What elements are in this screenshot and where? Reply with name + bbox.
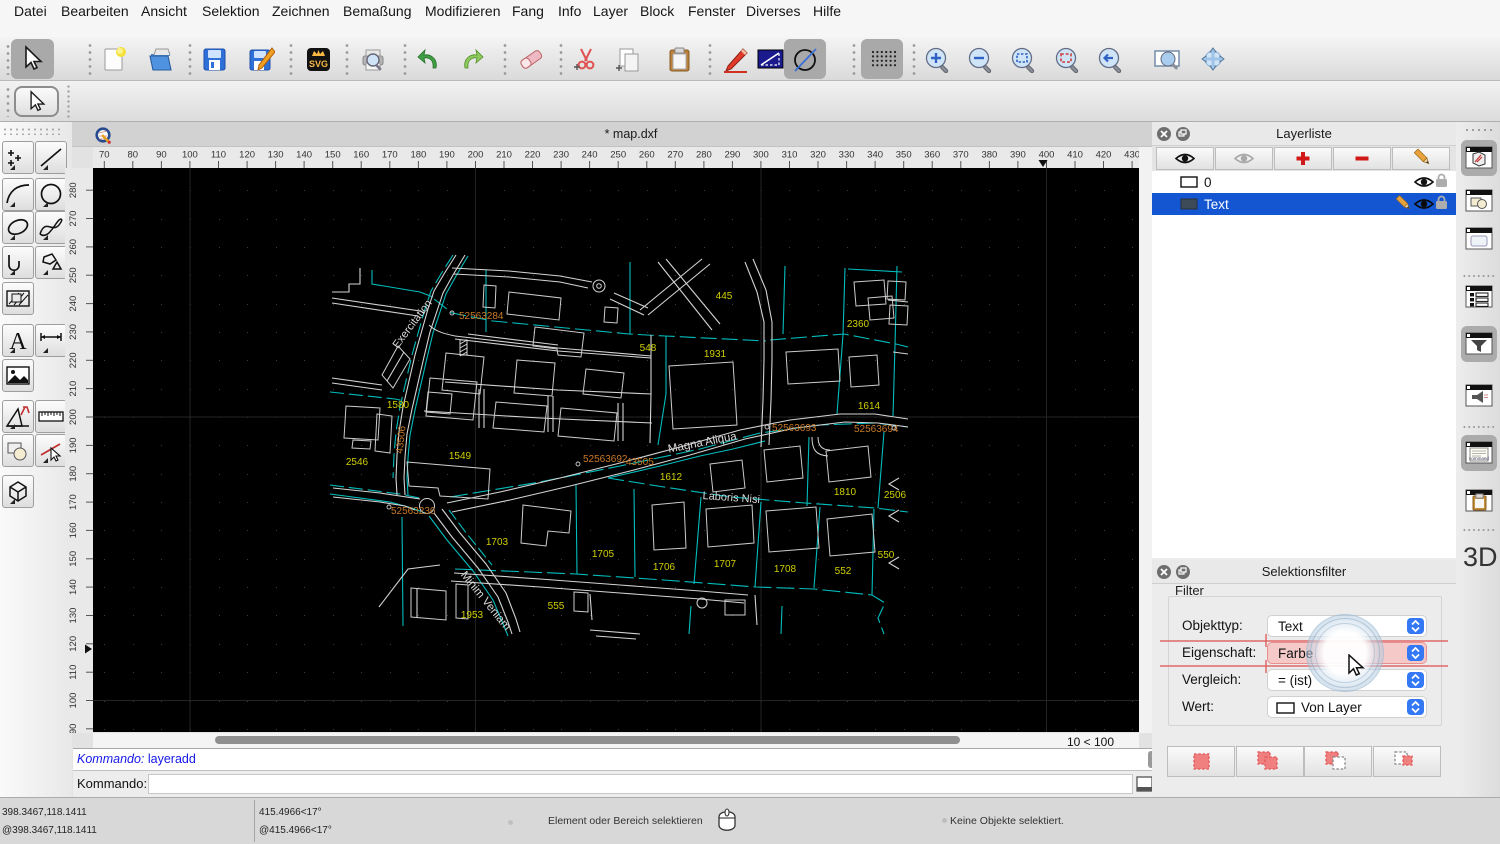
svg-text:240: 240	[582, 150, 598, 161]
svg-text:210: 210	[496, 150, 512, 161]
svg-text:130: 130	[268, 150, 284, 161]
svg-text:555: 555	[548, 601, 565, 612]
svg-text:1549: 1549	[449, 451, 472, 462]
svg-text:230: 230	[553, 150, 569, 161]
svg-text:1614: 1614	[858, 401, 881, 412]
svg-text:340: 340	[867, 150, 883, 161]
svg-text:90: 90	[68, 724, 79, 733]
svg-text:430: 430	[1124, 150, 1140, 161]
svg-text:160: 160	[353, 150, 369, 161]
svg-text:280: 280	[696, 150, 712, 161]
svg-text:Text: Text	[1204, 197, 1229, 212]
svg-text:140: 140	[296, 150, 312, 161]
svg-text:370: 370	[953, 150, 969, 161]
svg-text:SVG: SVG	[309, 59, 328, 69]
svg-text:350: 350	[896, 150, 912, 161]
svg-text:420: 420	[1096, 150, 1112, 161]
svg-text:300: 300	[753, 150, 769, 161]
svg-text:0: 0	[1204, 175, 1212, 190]
svg-text:250: 250	[68, 267, 79, 283]
svg-text:1580: 1580	[387, 400, 410, 411]
svg-text:1931: 1931	[704, 349, 727, 360]
svg-text:200: 200	[68, 409, 79, 425]
svg-text:52563693: 52563693	[772, 423, 817, 434]
svg-text:1703: 1703	[486, 537, 509, 548]
svg-text:190: 190	[439, 150, 455, 161]
svg-text:Laboris Nisi: Laboris Nisi	[702, 490, 760, 506]
svg-text:43506: 43506	[395, 425, 409, 454]
svg-text:200: 200	[468, 150, 484, 161]
svg-text:52563236: 52563236	[391, 506, 436, 517]
svg-text:120: 120	[68, 636, 79, 652]
svg-text:90: 90	[156, 150, 167, 161]
svg-text:445: 445	[716, 291, 733, 302]
svg-text:410: 410	[1067, 150, 1083, 161]
svg-text:70: 70	[99, 150, 110, 161]
svg-text:170: 170	[382, 150, 398, 161]
svg-text:1706: 1706	[653, 562, 676, 573]
svg-text:1705: 1705	[592, 549, 615, 560]
svg-text:100: 100	[182, 150, 198, 161]
svg-text:240: 240	[68, 296, 79, 312]
svg-text:210: 210	[68, 381, 79, 397]
svg-text:100: 100	[68, 693, 79, 709]
svg-text:command: command	[1469, 456, 1489, 461]
svg-text:160: 160	[68, 522, 79, 538]
svg-text:310: 310	[782, 150, 798, 161]
svg-text:180: 180	[68, 466, 79, 482]
svg-text:1810: 1810	[834, 487, 857, 498]
svg-text:1953: 1953	[461, 610, 484, 621]
svg-text:380: 380	[981, 150, 997, 161]
svg-text:190: 190	[68, 437, 79, 453]
svg-text:260: 260	[68, 239, 79, 255]
svg-text:250: 250	[610, 150, 626, 161]
svg-text:43505: 43505	[626, 457, 654, 468]
svg-text:400: 400	[1039, 150, 1055, 161]
svg-text:270: 270	[68, 211, 79, 227]
svg-text:548: 548	[640, 343, 657, 354]
svg-text:220: 220	[68, 352, 79, 368]
svg-text:2360: 2360	[847, 319, 870, 330]
svg-text:80: 80	[128, 150, 139, 161]
svg-text:150: 150	[325, 150, 341, 161]
svg-text:390: 390	[1010, 150, 1026, 161]
svg-text:550: 550	[878, 550, 895, 561]
svg-text:Exercitation: Exercitation	[391, 298, 435, 351]
svg-text:1707: 1707	[714, 559, 737, 570]
svg-text:230: 230	[68, 324, 79, 340]
svg-text:290: 290	[724, 150, 740, 161]
svg-text:220: 220	[525, 150, 541, 161]
svg-text:260: 260	[639, 150, 655, 161]
svg-text:130: 130	[68, 608, 79, 624]
svg-text:52563284: 52563284	[459, 311, 504, 322]
svg-text:180: 180	[410, 150, 426, 161]
svg-text:360: 360	[924, 150, 940, 161]
svg-text:1708: 1708	[774, 564, 797, 575]
svg-text:140: 140	[68, 579, 79, 595]
svg-text:552: 552	[835, 566, 852, 577]
svg-text:1612: 1612	[660, 472, 683, 483]
svg-text:330: 330	[839, 150, 855, 161]
svg-text:110: 110	[211, 150, 226, 161]
svg-text:2546: 2546	[346, 457, 369, 468]
svg-text:270: 270	[667, 150, 683, 161]
svg-text:280: 280	[68, 182, 79, 198]
svg-text:110: 110	[68, 665, 79, 680]
svg-text:170: 170	[68, 494, 79, 510]
svg-text:120: 120	[239, 150, 255, 161]
svg-text:320: 320	[810, 150, 826, 161]
svg-text:2506: 2506	[884, 490, 907, 501]
svg-text:52563692: 52563692	[583, 454, 628, 465]
svg-text:150: 150	[68, 551, 79, 567]
